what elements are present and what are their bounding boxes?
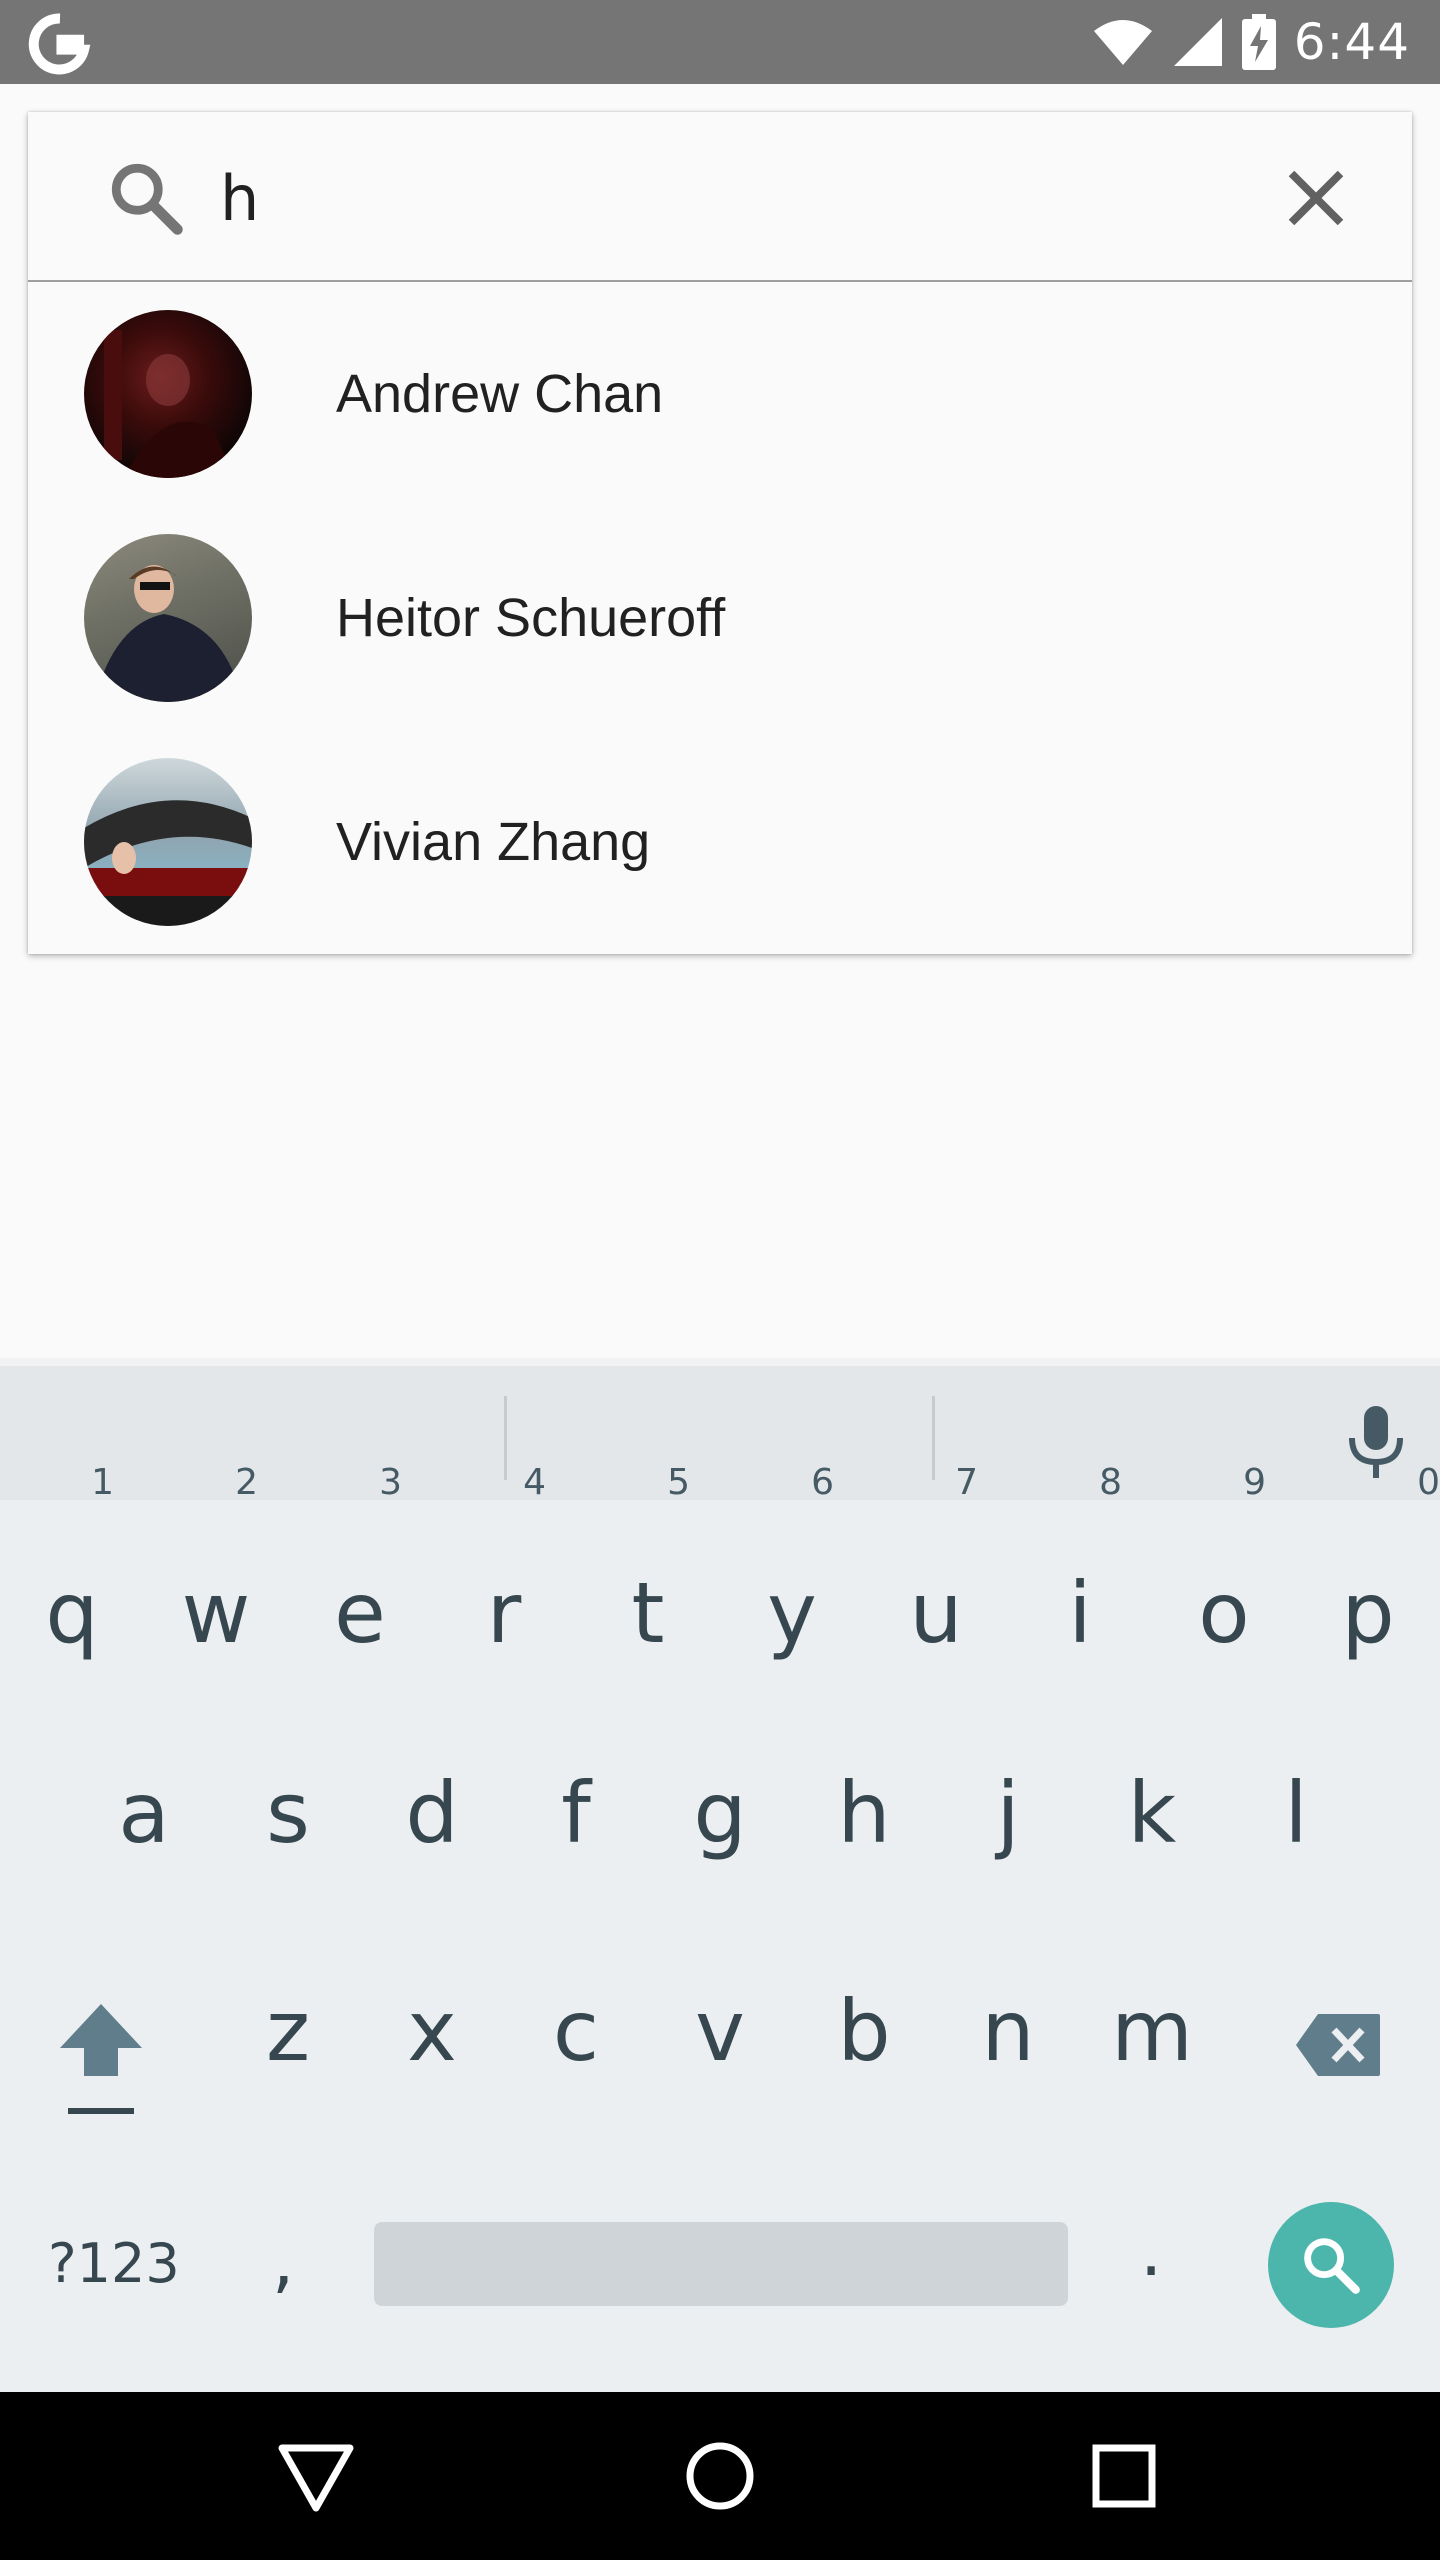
microphone-icon[interactable]: [1340, 1402, 1412, 1482]
key-r[interactable]: r4: [432, 1462, 576, 1708]
key-w[interactable]: w2: [144, 1462, 288, 1708]
wifi-icon: [1093, 20, 1152, 65]
back-icon[interactable]: [272, 2432, 360, 2520]
key-u[interactable]: u7: [864, 1462, 1008, 1708]
period-key[interactable]: .: [1140, 2210, 1162, 2292]
key-x[interactable]: x: [360, 1936, 504, 2126]
divider: [504, 1396, 507, 1480]
search-input[interactable]: [220, 150, 1220, 246]
recents-icon[interactable]: [1080, 2432, 1168, 2520]
result-name: Vivian Zhang: [336, 812, 651, 872]
search-card: Andrew Chan Heitor Schueroff: [28, 112, 1412, 954]
key-c[interactable]: c: [504, 1936, 648, 2126]
key-q[interactable]: q1: [0, 1462, 144, 1708]
key-o[interactable]: o9: [1152, 1462, 1296, 1708]
search-submit-button[interactable]: [1268, 2202, 1394, 2328]
keyboard: q1 w2 e3 r4 t5 y6 u7 i8 o9 p0 a s d f g …: [0, 1358, 1440, 2392]
comma-key[interactable]: ,: [272, 2220, 294, 2302]
key-t[interactable]: t5: [576, 1462, 720, 1708]
key-h[interactable]: h: [792, 1718, 936, 1908]
home-icon[interactable]: [676, 2432, 764, 2520]
key-n[interactable]: n: [936, 1936, 1080, 2126]
key-j[interactable]: j: [936, 1718, 1080, 1908]
key-p[interactable]: p0: [1296, 1462, 1440, 1708]
avatar: [84, 310, 252, 478]
cell-signal-icon: [1173, 18, 1222, 66]
battery-charging-icon: [1241, 14, 1276, 70]
key-l[interactable]: l: [1224, 1718, 1368, 1908]
result-row-andrew-chan[interactable]: Andrew Chan: [28, 282, 1412, 506]
key-i[interactable]: i8: [1008, 1462, 1152, 1708]
key-m[interactable]: m: [1080, 1936, 1224, 2126]
key-f[interactable]: f: [504, 1718, 648, 1908]
key-e[interactable]: e3: [288, 1462, 432, 1708]
clock: 6:44: [1293, 13, 1410, 71]
spacebar[interactable]: [374, 2222, 1068, 2306]
status-bar: 6:44: [0, 0, 1440, 84]
key-g[interactable]: g: [648, 1718, 792, 1908]
search-bar: [28, 112, 1412, 282]
key-y[interactable]: y6: [720, 1462, 864, 1708]
google-g-icon: [28, 13, 91, 75]
key-d[interactable]: d: [360, 1718, 504, 1908]
avatar: [84, 758, 252, 926]
result-row-vivian-zhang[interactable]: Vivian Zhang: [28, 730, 1412, 954]
key-z[interactable]: z: [216, 1936, 360, 2126]
search-icon: [111, 163, 183, 235]
avatar: [84, 534, 252, 702]
symbols-key[interactable]: ?123: [48, 2232, 180, 2295]
key-s[interactable]: s: [216, 1718, 360, 1908]
divider: [932, 1396, 935, 1480]
search-icon: [1304, 2238, 1360, 2294]
close-icon[interactable]: [1274, 156, 1358, 240]
result-row-heitor-schueroff[interactable]: Heitor Schueroff: [28, 506, 1412, 730]
key-a[interactable]: a: [72, 1718, 216, 1908]
key-k[interactable]: k: [1080, 1718, 1224, 1908]
result-name: Heitor Schueroff: [336, 588, 726, 648]
navigation-bar: [0, 2392, 1440, 2560]
results-list: Andrew Chan Heitor Schueroff Vivian Zhan…: [28, 282, 1412, 954]
backspace-icon[interactable]: [1294, 2012, 1382, 2078]
key-b[interactable]: b: [792, 1936, 936, 2126]
suggestion-strip: [0, 1358, 1440, 1500]
shift-icon[interactable]: [56, 1998, 146, 2116]
result-name: Andrew Chan: [336, 364, 664, 424]
key-v[interactable]: v: [648, 1936, 792, 2126]
